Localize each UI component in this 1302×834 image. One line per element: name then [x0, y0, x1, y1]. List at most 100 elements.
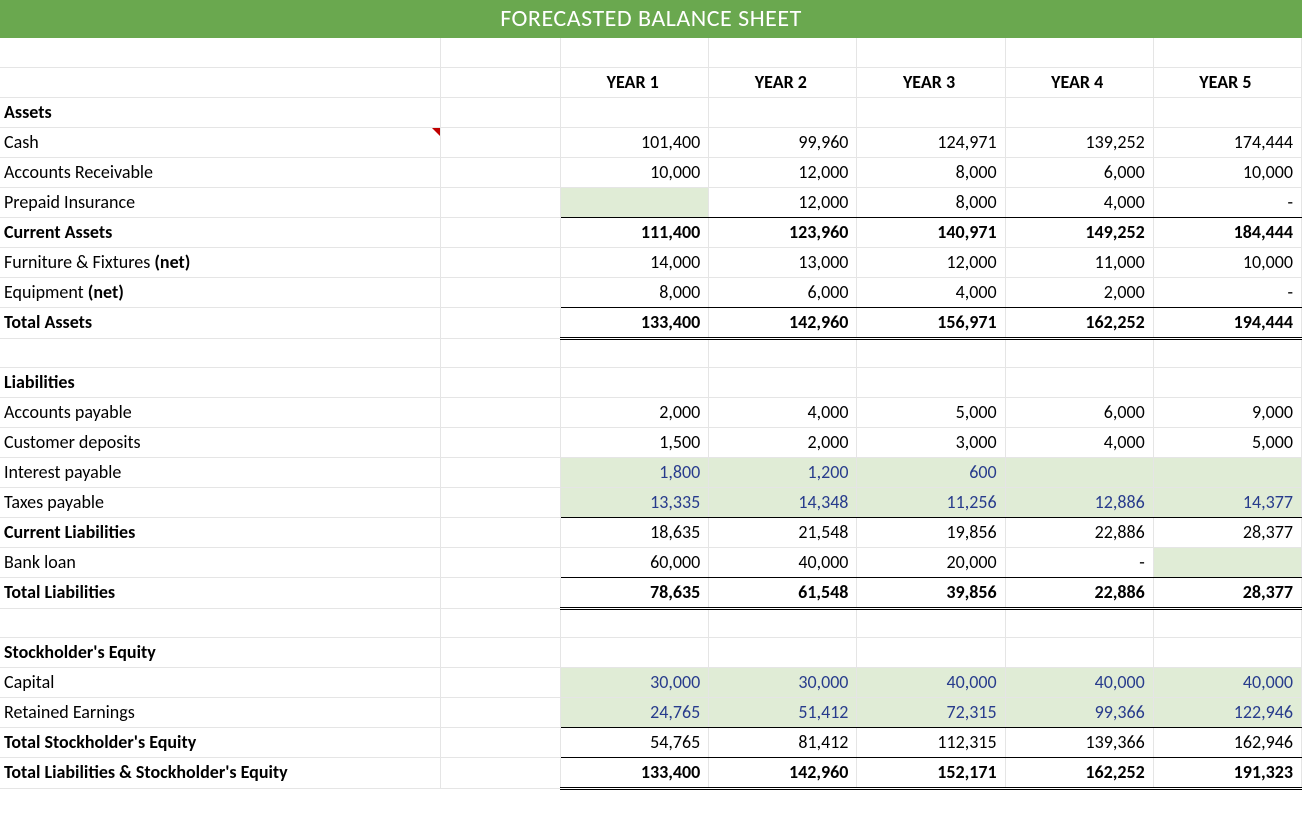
cell[interactable]: 20,000: [857, 547, 1005, 577]
cell[interactable]: 101,400: [561, 127, 709, 157]
cell[interactable]: 11,256: [857, 487, 1005, 517]
cell[interactable]: 99,960: [709, 127, 857, 157]
cell[interactable]: 61,548: [709, 577, 857, 608]
cell[interactable]: 1,200: [709, 457, 857, 487]
cell[interactable]: 40,000: [709, 547, 857, 577]
cell[interactable]: 2,000: [561, 397, 709, 427]
row-furniture[interactable]: Furniture & Fixtures (net) 14,000 13,000…: [0, 247, 1302, 277]
cell[interactable]: 2,000: [1005, 277, 1153, 307]
cell[interactable]: 111,400: [561, 217, 709, 247]
cell[interactable]: 19,856: [857, 517, 1005, 547]
cell[interactable]: [1153, 457, 1301, 487]
cell[interactable]: 123,960: [709, 217, 857, 247]
cell[interactable]: 3,000: [857, 427, 1005, 457]
cell[interactable]: 78,635: [561, 577, 709, 608]
cell[interactable]: 28,377: [1153, 517, 1301, 547]
cell[interactable]: 142,960: [709, 757, 857, 788]
cell[interactable]: 4,000: [1005, 187, 1153, 217]
cell[interactable]: 24,765: [561, 697, 709, 727]
row-bank-loan[interactable]: Bank loan 60,000 40,000 20,000 -: [0, 547, 1302, 577]
cell[interactable]: 10,000: [1153, 157, 1301, 187]
cell[interactable]: 13,000: [709, 247, 857, 277]
cell[interactable]: 191,323: [1153, 757, 1301, 788]
cell[interactable]: 184,444: [1153, 217, 1301, 247]
cell[interactable]: 112,315: [857, 727, 1005, 757]
cell[interactable]: 162,946: [1153, 727, 1301, 757]
cell[interactable]: 8,000: [561, 277, 709, 307]
cell[interactable]: 6,000: [709, 277, 857, 307]
row-ap[interactable]: Accounts payable 2,000 4,000 5,000 6,000…: [0, 397, 1302, 427]
cell[interactable]: 139,366: [1005, 727, 1153, 757]
cell[interactable]: 1,800: [561, 457, 709, 487]
row-equipment[interactable]: Equipment (net) 8,000 6,000 4,000 2,000 …: [0, 277, 1302, 307]
cell[interactable]: 133,400: [561, 757, 709, 788]
cell[interactable]: 22,886: [1005, 517, 1153, 547]
cell[interactable]: 28,377: [1153, 577, 1301, 608]
cell[interactable]: [561, 187, 709, 217]
cell[interactable]: 21,548: [709, 517, 857, 547]
cell[interactable]: 194,444: [1153, 307, 1301, 338]
cell[interactable]: 149,252: [1005, 217, 1153, 247]
row-ar[interactable]: Accounts Receivable 10,000 12,000 8,000 …: [0, 157, 1302, 187]
cell[interactable]: -: [1153, 277, 1301, 307]
cell[interactable]: 4,000: [709, 397, 857, 427]
row-total-assets[interactable]: Total Assets 133,400 142,960 156,971 162…: [0, 307, 1302, 338]
cell[interactable]: 5,000: [857, 397, 1005, 427]
cell[interactable]: 22,886: [1005, 577, 1153, 608]
cell[interactable]: 162,252: [1005, 757, 1153, 788]
cell[interactable]: 10,000: [561, 157, 709, 187]
cell[interactable]: 51,412: [709, 697, 857, 727]
cell[interactable]: 124,971: [857, 127, 1005, 157]
row-cash[interactable]: Cash 101,400 99,960 124,971 139,252 174,…: [0, 127, 1302, 157]
cell[interactable]: 11,000: [1005, 247, 1153, 277]
cell[interactable]: 12,000: [709, 157, 857, 187]
cell[interactable]: 14,377: [1153, 487, 1301, 517]
cell[interactable]: 162,252: [1005, 307, 1153, 338]
cell[interactable]: 60,000: [561, 547, 709, 577]
cell[interactable]: -: [1153, 187, 1301, 217]
cell[interactable]: 133,400: [561, 307, 709, 338]
cell[interactable]: 54,765: [561, 727, 709, 757]
cell[interactable]: 156,971: [857, 307, 1005, 338]
cell[interactable]: 14,348: [709, 487, 857, 517]
cell[interactable]: 12,000: [709, 187, 857, 217]
cell[interactable]: 142,960: [709, 307, 857, 338]
cell[interactable]: 30,000: [709, 667, 857, 697]
cell[interactable]: 4,000: [1005, 427, 1153, 457]
row-prepaid[interactable]: Prepaid Insurance 12,000 8,000 4,000 -: [0, 187, 1302, 217]
row-total-liab-se[interactable]: Total Liabilities & Stockholder's Equity…: [0, 757, 1302, 788]
cell[interactable]: 122,946: [1153, 697, 1301, 727]
row-total-se[interactable]: Total Stockholder's Equity 54,765 81,412…: [0, 727, 1302, 757]
cell[interactable]: 8,000: [857, 187, 1005, 217]
cell[interactable]: 72,315: [857, 697, 1005, 727]
cell[interactable]: [1153, 547, 1301, 577]
cell[interactable]: 5,000: [1153, 427, 1301, 457]
cell[interactable]: 8,000: [857, 157, 1005, 187]
cell[interactable]: 174,444: [1153, 127, 1301, 157]
cell[interactable]: 4,000: [857, 277, 1005, 307]
cell[interactable]: 18,635: [561, 517, 709, 547]
cell[interactable]: 12,886: [1005, 487, 1153, 517]
cell[interactable]: 99,366: [1005, 697, 1153, 727]
row-capital[interactable]: Capital 30,000 30,000 40,000 40,000 40,0…: [0, 667, 1302, 697]
cell[interactable]: 6,000: [1005, 157, 1153, 187]
cell[interactable]: 13,335: [561, 487, 709, 517]
row-current-assets[interactable]: Current Assets 111,400 123,960 140,971 1…: [0, 217, 1302, 247]
row-taxes-payable[interactable]: Taxes payable 13,335 14,348 11,256 12,88…: [0, 487, 1302, 517]
row-interest-payable[interactable]: Interest payable 1,800 1,200 600: [0, 457, 1302, 487]
cell[interactable]: [1005, 457, 1153, 487]
cell[interactable]: 14,000: [561, 247, 709, 277]
row-retained-earnings[interactable]: Retained Earnings 24,765 51,412 72,315 9…: [0, 697, 1302, 727]
cell[interactable]: 600: [857, 457, 1005, 487]
cell[interactable]: 40,000: [857, 667, 1005, 697]
cell[interactable]: 140,971: [857, 217, 1005, 247]
cell[interactable]: 39,856: [857, 577, 1005, 608]
row-total-liabilities[interactable]: Total Liabilities 78,635 61,548 39,856 2…: [0, 577, 1302, 608]
cell[interactable]: 152,171: [857, 757, 1005, 788]
cell[interactable]: 40,000: [1005, 667, 1153, 697]
cell[interactable]: 81,412: [709, 727, 857, 757]
cell[interactable]: 9,000: [1153, 397, 1301, 427]
row-current-liabilities[interactable]: Current Liabilities 18,635 21,548 19,856…: [0, 517, 1302, 547]
cell[interactable]: 1,500: [561, 427, 709, 457]
cell[interactable]: 2,000: [709, 427, 857, 457]
